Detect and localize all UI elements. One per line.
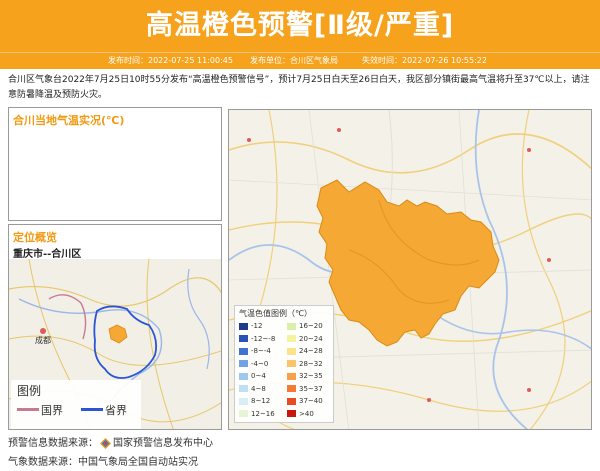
legend-title: 图例 [17,384,42,398]
color-legend-item: 24~28 [287,347,323,356]
issuer: 发布单位：合川区气象局 [250,56,338,65]
color-legend-label: >40 [299,409,314,418]
alert-title: 高温橙色预警[Ⅱ级/严重] [145,10,455,41]
warning-source: 预警信息数据来源： 国家预警信息发布中心 [8,434,213,449]
location-panel: 定位概览 重庆市--合川区 成都 图例 国界 省界 [8,224,222,430]
color-legend-item: >40 [287,410,314,419]
color-legend-label: 24~28 [299,347,323,355]
color-legend-item: 35~37 [287,385,323,394]
color-swatch [239,385,248,392]
color-legend-item: 20~24 [287,335,323,344]
color-swatch [287,322,296,330]
color-legend-item: 0~4 [239,372,266,381]
warning-source-value[interactable]: 国家预警信息发布中心 [113,438,213,449]
color-legend-label: 12~16 [251,409,275,418]
weather-source: 气象数据来源：中国气象局全国自动站实况 [8,453,198,468]
minimap-city-label: 成都 [35,335,51,345]
color-legend-item: -12 [239,322,262,331]
color-swatch [239,372,248,380]
color-swatch [287,397,296,405]
color-legend-item: 16~20 [287,322,323,331]
color-legend-item: 12~16 [239,410,275,419]
color-legend-item: -8~-4 [239,347,271,356]
weather-source-label: 气象数据来源： [8,457,78,468]
expire-time: 失效时间：2022-07-26 10:55:22 [362,56,487,65]
color-legend-label: 28~32 [299,359,323,368]
color-swatch [287,335,296,342]
color-swatch [287,385,296,392]
color-legend-item: 8~12 [239,397,270,406]
weather-source-value: 中国气象局全国自动站实况 [78,457,198,468]
color-swatch [239,335,248,342]
color-legend-label: 32~35 [299,372,323,380]
color-swatch [239,360,248,367]
temperature-color-legend: 气温色值图例（℃） -12 16~20 -12~-8 20~24 -8~-4 24~28 -… [234,305,334,423]
minimap-legend: 图例 国界 省界 [11,380,141,429]
color-legend-item: -4~0 [239,360,268,369]
color-legend-label: -12 [251,322,263,330]
color-swatch [287,360,296,367]
release-center-logo-icon [100,437,111,449]
alert-description: 合川区气象台2022年7月25日10时55分发布“高温橙色预警信号”，预计7月2… [8,75,590,100]
location-panel-title: 定位概览 [13,231,57,244]
location-subtitle: 重庆市--合川区 [13,249,82,260]
color-swatch [239,410,248,417]
color-swatch [287,347,296,355]
color-legend-label: 20~24 [299,334,323,343]
color-legend-item: 37~40 [287,397,323,406]
legend-national-label: 国界 [41,404,63,417]
alert-meta-bar: 发布时间：2022-07-25 11:00:45 发布单位：合川区气象局 失效时… [0,52,600,69]
color-legend-label: -12~-8 [251,334,276,343]
color-legend-title: 气温色值图例（℃） [239,309,312,318]
temperature-panel-title: 合川当地气温实况(℃) [13,114,125,127]
color-legend-item: 28~32 [287,360,323,369]
national-border-swatch [17,408,39,411]
color-swatch [239,322,248,330]
color-swatch [287,410,296,417]
temperature-panel: 合川当地气温实况(℃) [8,107,222,221]
color-legend-item: 32~35 [287,372,323,381]
color-swatch [239,397,248,405]
province-border-swatch [81,408,103,411]
color-legend-item: 4~8 [239,385,266,394]
color-legend-label: 0~4 [251,372,266,380]
color-legend-label: 4~8 [251,384,266,393]
issue-time: 发布时间：2022-07-25 11:00:45 [108,56,233,65]
color-legend-label: 37~40 [299,397,323,405]
alert-header: 高温橙色预警[Ⅱ级/严重] [0,0,600,52]
warning-source-label: 预警信息数据来源： [8,438,98,449]
color-legend-label: -4~0 [251,359,269,368]
color-swatch [287,372,296,380]
color-legend-item: -12~-8 [239,335,275,344]
color-legend-label: -8~-4 [251,347,271,355]
color-legend-label: 8~12 [251,397,271,405]
color-legend-label: 35~37 [299,384,323,393]
color-swatch [239,347,248,355]
color-legend-label: 16~20 [299,322,323,330]
legend-province-label: 省界 [105,404,127,417]
